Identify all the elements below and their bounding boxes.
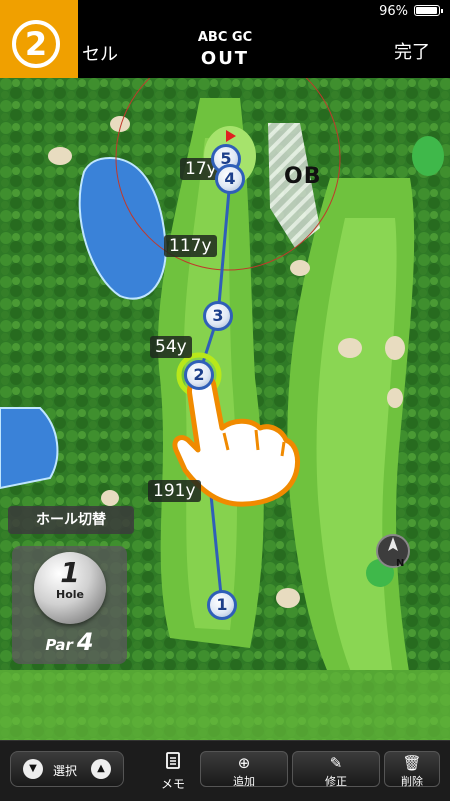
arrow-down-icon[interactable]: ▼ xyxy=(23,759,43,779)
arrow-up-icon[interactable]: ▲ xyxy=(91,759,111,779)
distance-label: 117y xyxy=(164,235,217,257)
page-title: OUT xyxy=(200,48,250,69)
hole-word: Hole xyxy=(56,588,84,601)
shot-marker-4[interactable]: 4 xyxy=(215,164,245,194)
side-green xyxy=(412,136,444,176)
add-button[interactable]: ⊕ 追加 xyxy=(200,751,288,788)
header: 2 セル ABC GC OUT 完了 xyxy=(0,0,450,100)
ob-label: OB xyxy=(284,164,322,189)
shot-marker-2[interactable]: 2 xyxy=(184,360,214,390)
hole-panel[interactable]: 1 Hole Par 4 xyxy=(12,546,127,664)
distance-label: 191y xyxy=(148,480,201,502)
delete-button[interactable]: 🗑 削除 xyxy=(384,751,440,788)
shot-marker-1[interactable]: 1 xyxy=(207,590,237,620)
delete-label: 削除 xyxy=(401,775,423,788)
plus-circle-icon: ⊕ xyxy=(237,754,251,772)
pencil-icon: ✎ xyxy=(329,754,343,772)
memo-icon xyxy=(166,752,180,769)
edit-label: 修正 xyxy=(325,775,347,788)
hole-number: 1 xyxy=(60,556,80,589)
memo-label: メモ xyxy=(160,777,185,791)
battery-percent: 96% xyxy=(379,4,408,19)
par-label: Par xyxy=(45,636,73,654)
bunker xyxy=(48,147,72,165)
shot-marker-3[interactable]: 3 xyxy=(203,301,233,331)
hole-switch-button[interactable]: ホール切替 xyxy=(8,506,134,534)
select-label: 選択 xyxy=(53,764,78,778)
trash-icon: 🗑 xyxy=(402,754,422,772)
memo-button[interactable]: メモ xyxy=(150,747,196,792)
add-label: 追加 xyxy=(233,775,255,788)
water-hazard-left xyxy=(0,407,59,490)
course-name: ABC GC xyxy=(197,30,253,45)
edit-button[interactable]: ✎ 修正 xyxy=(292,751,380,788)
bottom-toolbar: ▼ 選択 ▲ メモ ⊕ 追加 ✎ 修正 🗑 削除 xyxy=(0,740,450,801)
course-map[interactable]: OB 17y 117y 54y 191y 5 4 3 2 1 N ホール切替 1… xyxy=(0,78,450,740)
par-info: Par 4 xyxy=(12,628,127,656)
select-stepper[interactable]: ▼ 選択 ▲ xyxy=(10,751,124,787)
done-button[interactable]: 完了 xyxy=(394,38,430,64)
compass-label: N xyxy=(396,558,405,569)
par-value: 4 xyxy=(76,628,94,656)
distance-label: 54y xyxy=(150,336,192,358)
hole-ball-icon[interactable]: 1 Hole xyxy=(34,552,106,624)
battery-icon xyxy=(414,5,443,16)
